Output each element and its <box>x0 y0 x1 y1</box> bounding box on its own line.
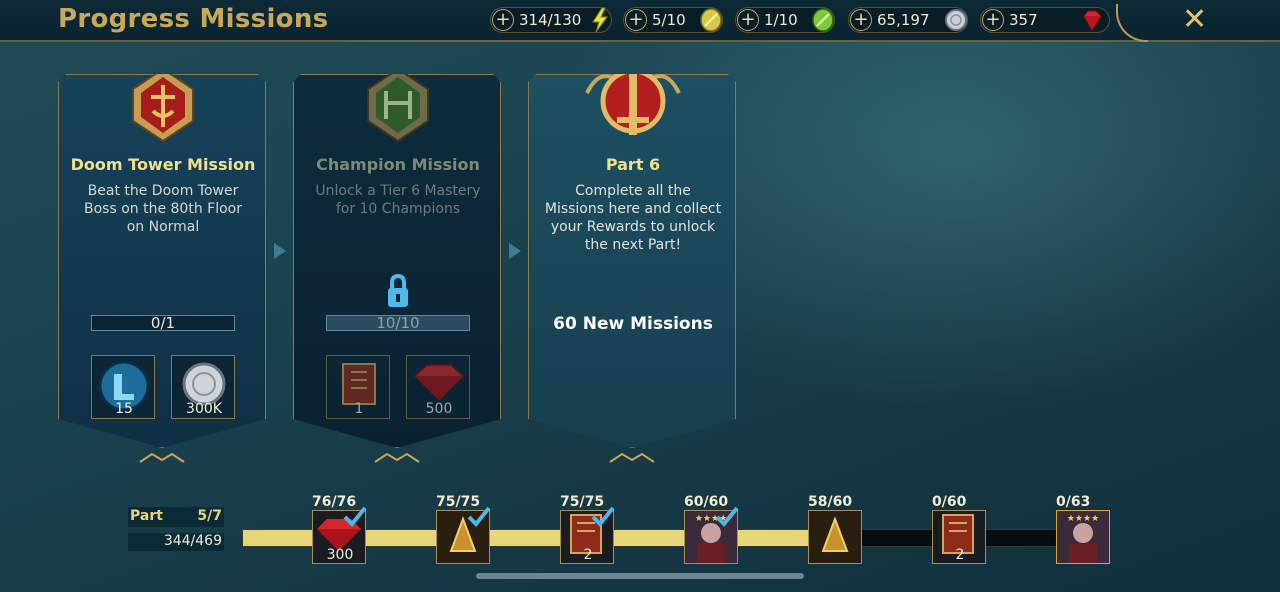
part-value: 5/7 <box>197 508 222 524</box>
add-gems-button[interactable]: + <box>982 9 1004 31</box>
milestone-reward[interactable]: 2 <box>932 510 986 564</box>
milestone-label: 0/60 <box>932 494 967 510</box>
card-description: Unlock a Tier 6 Mastery for 10 Champions <box>294 182 501 218</box>
energy-value: 314/130 <box>519 11 582 29</box>
next-arrow-icon <box>274 243 286 259</box>
desc-line: on Normal <box>126 219 200 235</box>
next-arrow-icon <box>509 243 521 259</box>
desc-line: for 10 Champions <box>335 201 461 217</box>
milestone-label: 58/60 <box>808 494 853 510</box>
reward-slot[interactable]: 500 <box>406 355 470 419</box>
card-title: Champion Mission <box>316 155 480 174</box>
reward-quantity: 300K <box>186 401 222 417</box>
desc-line: Complete all the <box>575 183 691 199</box>
points-value: 344/469 <box>163 533 222 549</box>
desc-line: Beat the Doom Tower <box>87 183 239 199</box>
card-bottom-ornament <box>609 452 655 463</box>
milestone-reward[interactable]: ★★★★ <box>684 506 739 564</box>
resource-gems[interactable]: + 357 <box>980 7 1110 33</box>
header-corner-decoration <box>1116 4 1148 42</box>
add-silver-button[interactable]: + <box>850 9 872 31</box>
horizontal-scrollbar[interactable] <box>476 573 804 579</box>
gem-icon <box>1083 10 1102 31</box>
checkmark-icon <box>591 505 615 527</box>
resource-silver[interactable]: + 65,197 <box>848 7 968 33</box>
mission-card-doom-tower[interactable]: Doom Tower Mission Beat the Doom Tower B… <box>58 74 266 448</box>
doom-tower-emblem-icon <box>132 74 194 143</box>
green-key-icon <box>812 8 834 32</box>
mission-card-champion[interactable]: Champion Mission Unlock a Tier 6 Mastery… <box>293 74 501 448</box>
part-emblem-icon <box>585 74 681 135</box>
add-energy-button[interactable]: + <box>492 9 514 31</box>
resource-energy[interactable]: + 314/130 <box>490 7 612 33</box>
milestone-reward[interactable]: 300 <box>312 506 367 564</box>
gold-key-icon <box>700 8 722 32</box>
desc-line: Boss on the 80th Floor <box>84 201 242 217</box>
card-bottom-ornament <box>374 452 420 463</box>
silver-value: 65,197 <box>877 11 930 29</box>
part-indicator: Part 5/7 <box>128 507 224 527</box>
gem-icon <box>413 364 465 402</box>
desc-line: Missions here and collect <box>544 201 722 217</box>
card-title: Part 6 <box>605 155 661 174</box>
resource-green-keys[interactable]: + 1/10 <box>735 7 835 33</box>
reward-quantity: 500 <box>425 401 453 417</box>
milestone-reward[interactable] <box>808 510 862 564</box>
add-green-keys-button[interactable]: + <box>737 9 759 31</box>
card-bottom-ornament <box>139 452 185 463</box>
milestone-reward[interactable] <box>436 506 491 564</box>
resource-gold-keys[interactable]: + 5/10 <box>623 7 723 33</box>
new-missions-label: 60 New Missions <box>553 314 713 334</box>
part-card[interactable]: Part 6 Complete all the Missions here an… <box>528 74 736 448</box>
tome-icon <box>342 363 376 405</box>
reward-quantity: 1 <box>354 401 364 417</box>
milestone-reward[interactable]: ★★★★ <box>1056 510 1110 564</box>
reward-slot[interactable]: 15 <box>91 355 155 419</box>
points-indicator: 344/469 <box>128 533 224 551</box>
silver-coin-icon <box>945 9 967 31</box>
checkmark-icon <box>467 505 491 527</box>
checkmark-icon <box>715 505 739 527</box>
lock-icon <box>388 273 408 307</box>
mission-progress-bar: 10/10 <box>326 315 470 331</box>
desc-line: the next Part! <box>584 237 682 253</box>
gems-value: 357 <box>1009 11 1038 29</box>
desc-line: Unlock a Tier 6 Mastery <box>315 183 481 199</box>
energy-bolt-icon <box>592 7 608 33</box>
card-title: Doom Tower Mission <box>70 155 256 174</box>
top-bar: Progress Missions + 314/130 + 5/10 + 1/1… <box>0 0 1280 42</box>
green-keys-value: 1/10 <box>764 11 798 29</box>
card-description: Complete all the Missions here and colle… <box>529 182 736 254</box>
gold-keys-value: 5/10 <box>652 11 686 29</box>
card-description: Beat the Doom Tower Boss on the 80th Flo… <box>59 182 266 236</box>
svg-text:★★★★: ★★★★ <box>1067 514 1099 524</box>
milestone-quantity: 300 <box>326 547 354 563</box>
reward-quantity: 15 <box>115 401 133 417</box>
milestone-label: 0/63 <box>1056 494 1091 510</box>
checkmark-icon <box>343 505 367 527</box>
reward-slot[interactable]: 1 <box>326 355 390 419</box>
milestone-quantity: 2 <box>955 547 965 563</box>
reward-slot[interactable]: 300K <box>171 355 235 419</box>
close-button[interactable]: ✕ <box>1182 2 1207 37</box>
milestone-reward[interactable]: 2 <box>560 506 615 564</box>
mission-progress-bar: 0/1 <box>91 315 235 331</box>
desc-line: your Rewards to unlock <box>550 219 716 235</box>
add-gold-keys-button[interactable]: + <box>625 9 647 31</box>
page-title: Progress Missions <box>58 4 329 34</box>
part-label: Part <box>130 508 163 524</box>
milestone-quantity: 2 <box>583 547 593 563</box>
champion-emblem-icon <box>367 74 429 143</box>
